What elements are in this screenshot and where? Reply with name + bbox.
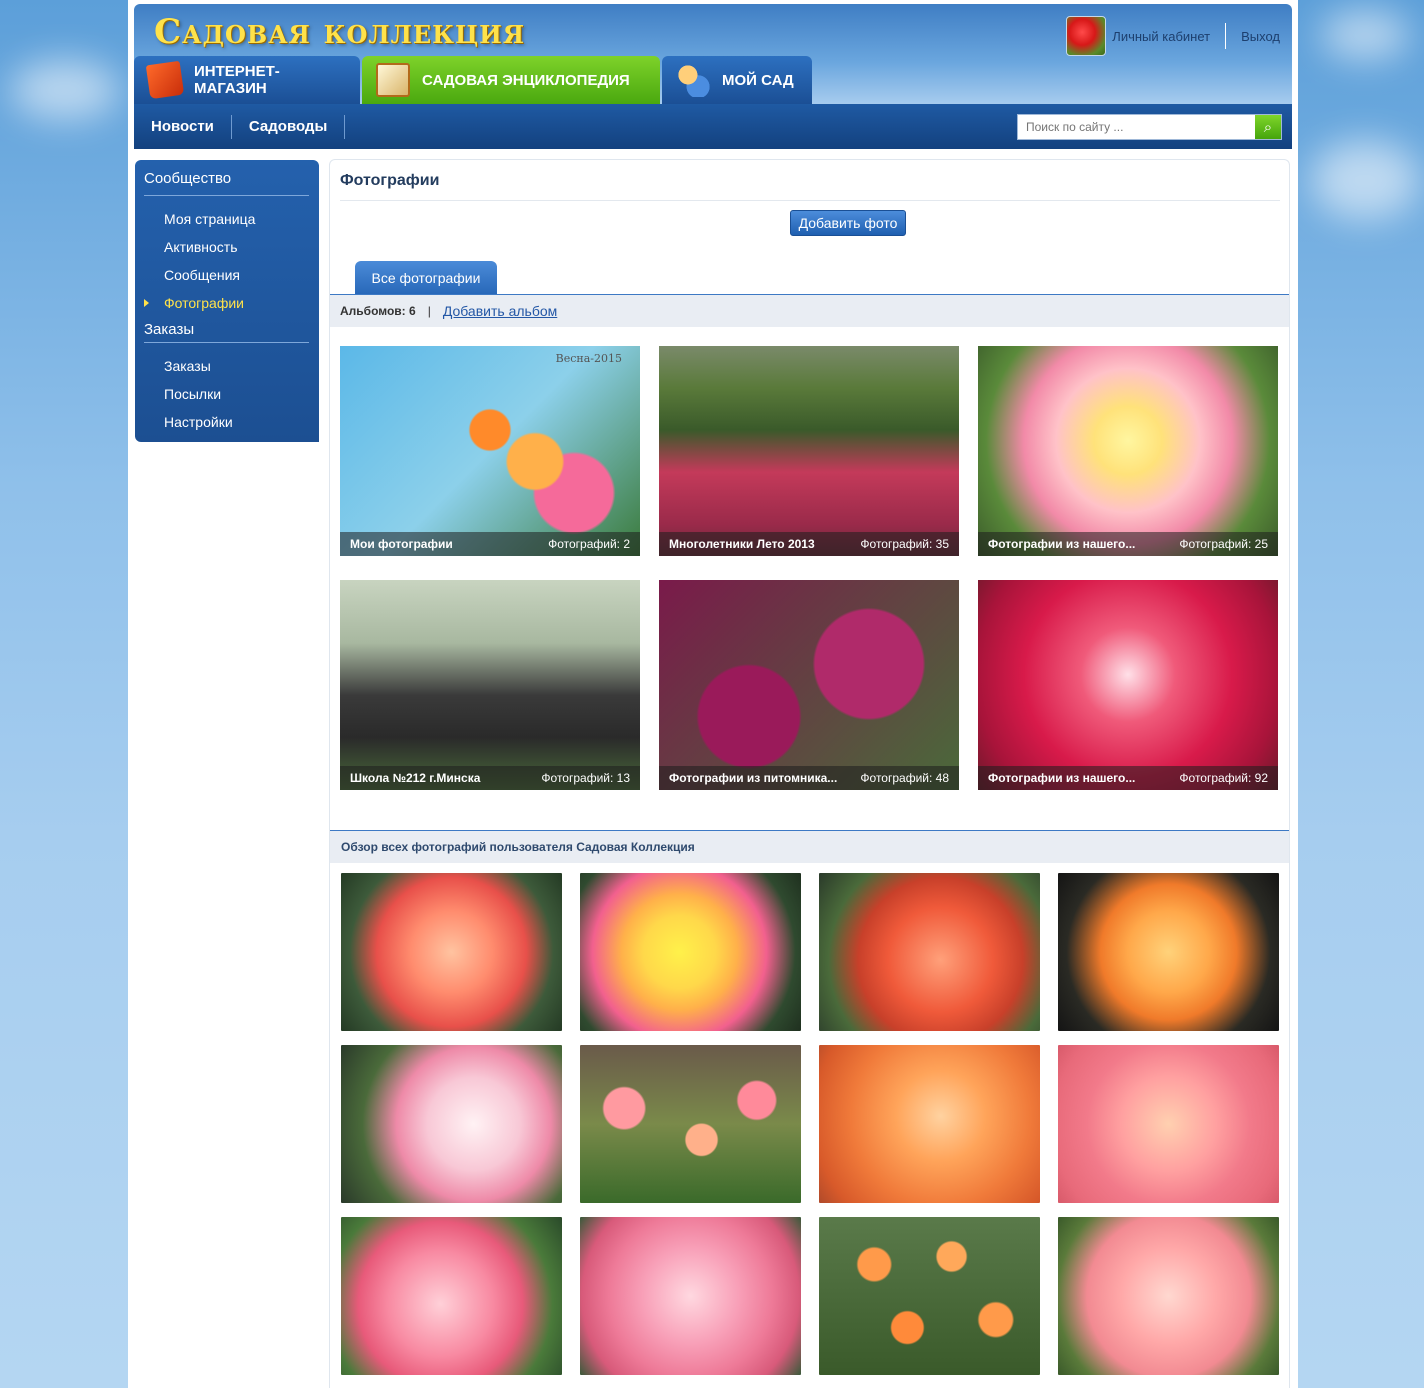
sidebar-item-photos[interactable]: Фотографии	[144, 289, 319, 317]
sidebar-item-parcels[interactable]: Посылки	[144, 380, 319, 408]
account-link[interactable]: Личный кабинет	[1112, 29, 1210, 44]
album-cover	[978, 346, 1278, 556]
tab-encyclopedia[interactable]: Садовая энциклопедия	[362, 56, 660, 104]
page-title: Фотографии	[340, 172, 440, 189]
album-name: Фотографии из питомника...	[669, 771, 838, 785]
photo-thumbnail[interactable]	[819, 1045, 1040, 1203]
search-input[interactable]	[1018, 115, 1255, 139]
tab-label: Мой сад	[722, 71, 794, 89]
photos-grid	[341, 873, 1281, 1375]
shopping-bag-icon	[145, 60, 185, 100]
nav-item-gardeners[interactable]: Садоводы	[232, 118, 344, 135]
album-caption: Фотографии из нашего... Фотографий: 25	[978, 532, 1278, 556]
album-name: Фотографии из нашего...	[988, 537, 1136, 551]
photo-thumbnail[interactable]	[1058, 873, 1279, 1031]
album-name: Фотографии из нашего...	[988, 771, 1136, 785]
album-caption: Мои фотографии Фотографий: 2	[340, 532, 640, 556]
nav-item-news[interactable]: Новости	[134, 118, 231, 135]
sidebar: Сообщество Моя страница Активность Сообщ…	[135, 160, 319, 442]
album-name: Многолетники Лето 2013	[669, 537, 815, 551]
photo-thumbnail[interactable]	[341, 1217, 562, 1375]
album-card[interactable]: Фотографии из нашего... Фотографий: 25	[978, 346, 1278, 556]
logout-link[interactable]: Выход	[1241, 29, 1280, 44]
overview-heading: Обзор всех фотографий пользователя Садов…	[330, 831, 1289, 863]
sky-cloud	[1320, 10, 1410, 60]
album-count: Фотографий: 25	[1179, 537, 1268, 551]
add-album-link[interactable]: Добавить альбом	[443, 303, 557, 319]
photo-thumbnail[interactable]	[580, 1045, 801, 1203]
sidebar-item-activity[interactable]: Активность	[144, 233, 319, 261]
tab-label: Садовая энциклопедия	[422, 71, 630, 89]
divider	[1225, 23, 1227, 49]
site-logo[interactable]: Садовая коллекция	[154, 12, 525, 52]
album-name: Мои фотографии	[350, 537, 453, 551]
navbar: Новости Садоводы ⌕	[134, 104, 1292, 149]
sidebar-heading-orders: Заказы	[144, 321, 195, 338]
main-tabs: Интернет-магазин Садовая энциклопедия Мо…	[134, 56, 812, 104]
photo-thumbnail[interactable]	[580, 1217, 801, 1375]
photo-thumbnail[interactable]	[1058, 1217, 1279, 1375]
tab-my-garden[interactable]: Мой сад	[662, 56, 812, 104]
albums-count: Альбомов: 6	[340, 304, 416, 318]
album-count: Фотографий: 35	[860, 537, 949, 551]
album-count: Фотографий: 2	[548, 537, 630, 551]
album-cover	[659, 580, 959, 790]
album-cover-label: Весна-2015	[555, 352, 622, 365]
site-header: Садовая коллекция Личный кабинет Выход И…	[134, 4, 1292, 149]
album-caption: Фотографии из нашего... Фотографий: 92	[978, 766, 1278, 790]
sky-cloud	[1310, 140, 1420, 220]
albums-bar: Альбомов: 6 | Добавить альбом	[330, 295, 1289, 327]
user-area: Личный кабинет Выход	[1066, 16, 1280, 56]
album-cover	[659, 346, 959, 556]
album-name: Школа №212 г.Минска	[350, 771, 481, 785]
photo-thumbnail[interactable]	[819, 873, 1040, 1031]
photos-panel: Фотографии Добавить фото Все фотографии …	[329, 159, 1290, 1388]
album-caption: Школа №212 г.Минска Фотографий: 13	[340, 766, 640, 790]
sidebar-heading-community: Сообщество	[144, 170, 232, 187]
album-card[interactable]: Фотографии из нашего... Фотографий: 92	[978, 580, 1278, 790]
photo-thumbnail[interactable]	[580, 873, 801, 1031]
user-avatar[interactable]	[1066, 16, 1107, 56]
album-cover	[978, 580, 1278, 790]
search-icon: ⌕	[1263, 118, 1273, 136]
add-photo-button[interactable]: Добавить фото	[790, 210, 906, 236]
sidebar-item-messages[interactable]: Сообщения	[144, 261, 319, 289]
album-count: Фотографий: 48	[860, 771, 949, 785]
tab-label: Интернет-магазин	[194, 63, 280, 97]
page-container: Садовая коллекция Личный кабинет Выход И…	[128, 0, 1298, 1388]
tab-all-photos[interactable]: Все фотографии	[355, 261, 497, 295]
album-count: Фотографий: 13	[541, 771, 630, 785]
divider	[340, 200, 1280, 201]
photo-thumbnail[interactable]	[1058, 1045, 1279, 1203]
divider: |	[427, 304, 431, 318]
sidebar-item-my-page[interactable]: Моя страница	[144, 205, 319, 233]
album-cover	[340, 580, 640, 790]
sidebar-item-orders[interactable]: Заказы	[144, 352, 319, 380]
photo-thumbnail[interactable]	[341, 873, 562, 1031]
book-icon	[376, 63, 410, 97]
divider	[144, 195, 309, 196]
album-caption: Многолетники Лето 2013 Фотографий: 35	[659, 532, 959, 556]
albums-grid: Весна-2015 Мои фотографии Фотографий: 2 …	[340, 346, 1280, 790]
divider	[344, 114, 346, 139]
divider	[144, 342, 309, 343]
album-card[interactable]: Многолетники Лето 2013 Фотографий: 35	[659, 346, 959, 556]
tab-shop[interactable]: Интернет-магазин	[134, 56, 360, 104]
album-card[interactable]: Весна-2015 Мои фотографии Фотографий: 2	[340, 346, 640, 556]
sky-cloud	[10, 60, 120, 120]
photo-thumbnail[interactable]	[341, 1045, 562, 1203]
album-card[interactable]: Фотографии из питомника... Фотографий: 4…	[659, 580, 959, 790]
album-count: Фотографий: 92	[1179, 771, 1268, 785]
album-caption: Фотографии из питомника... Фотографий: 4…	[659, 766, 959, 790]
photo-thumbnail[interactable]	[819, 1217, 1040, 1375]
sidebar-item-settings[interactable]: Настройки	[144, 408, 319, 436]
album-card[interactable]: Школа №212 г.Минска Фотографий: 13	[340, 580, 640, 790]
search-box: ⌕	[1017, 114, 1282, 140]
people-icon	[676, 63, 710, 97]
search-button[interactable]: ⌕	[1255, 115, 1281, 139]
album-cover	[340, 346, 640, 556]
